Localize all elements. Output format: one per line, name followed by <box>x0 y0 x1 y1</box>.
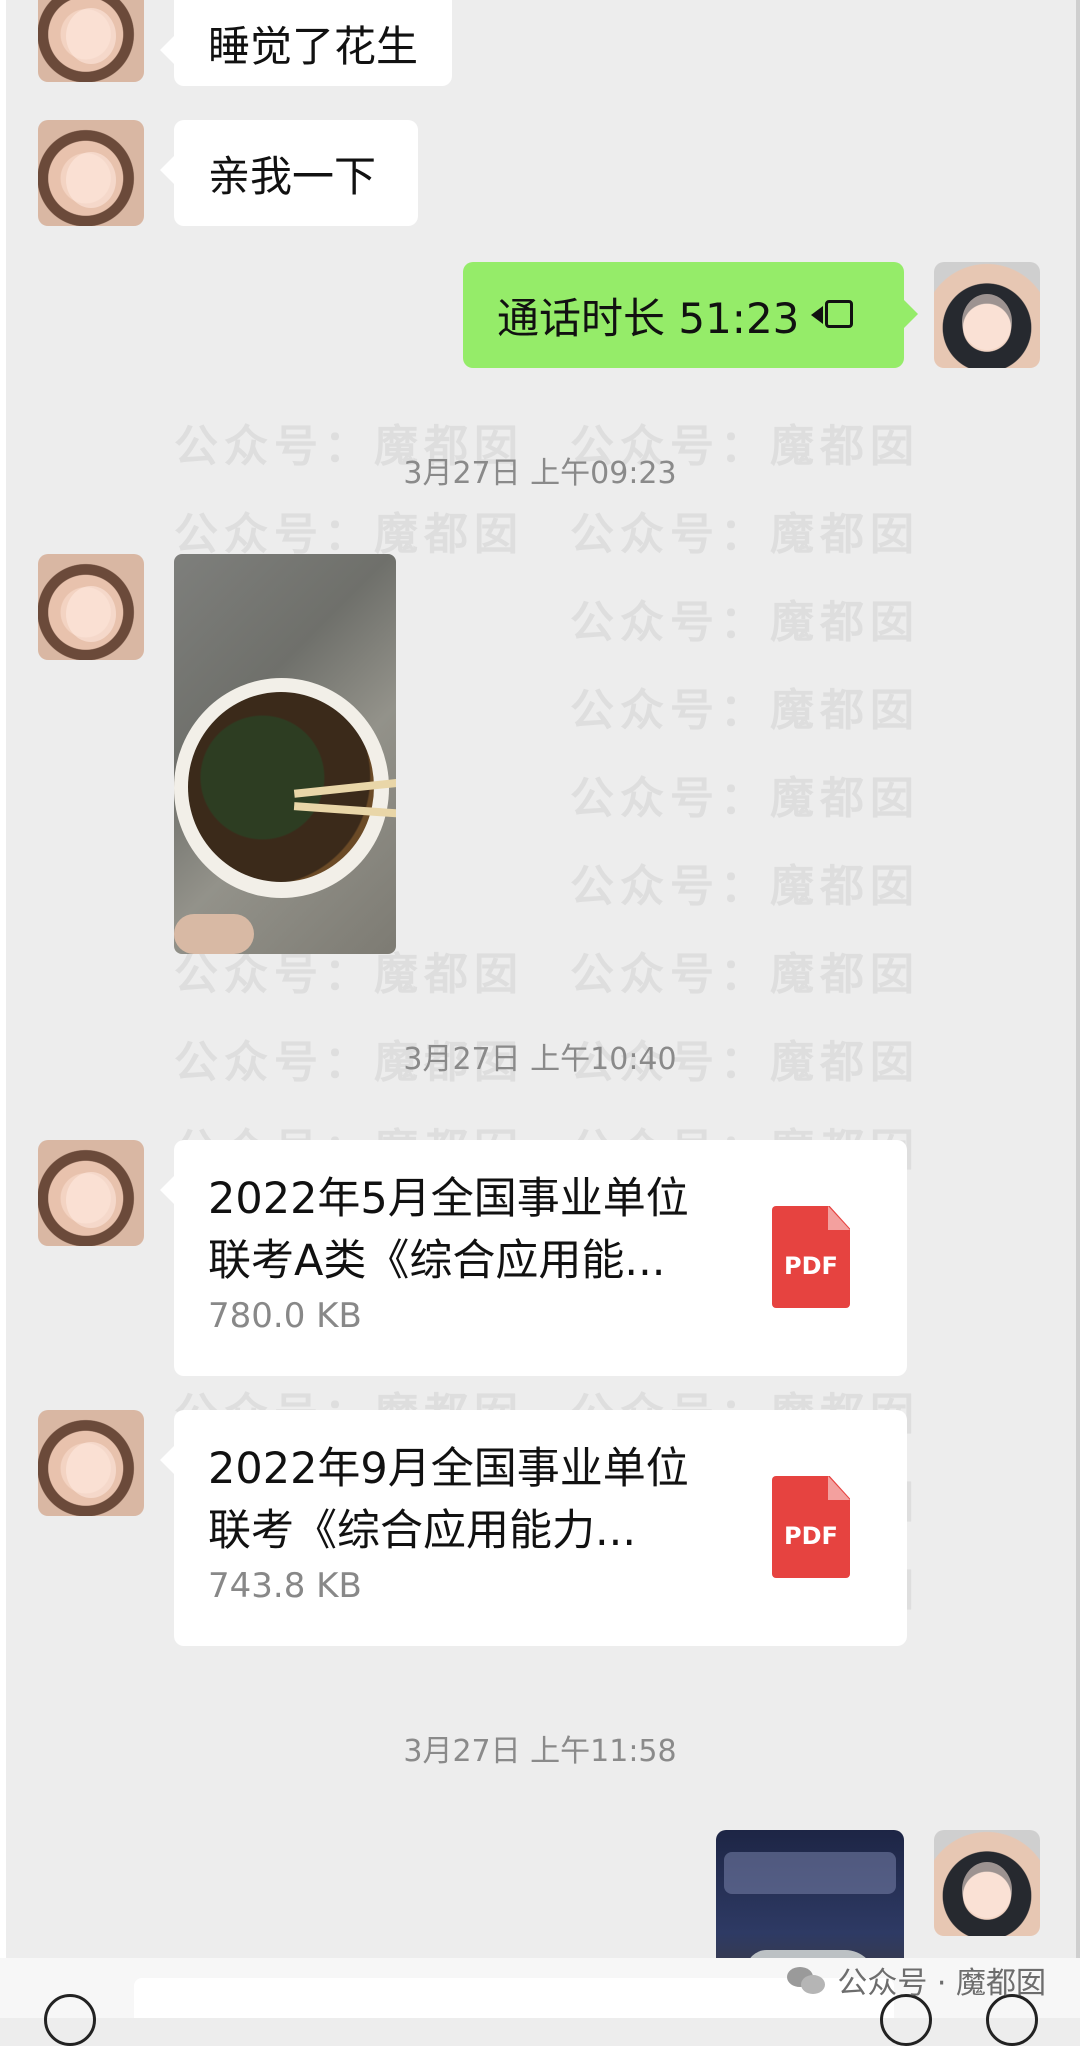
video-call-icon <box>811 300 854 330</box>
message-bubble[interactable]: 亲我一下 <box>160 120 418 226</box>
watermark-text: 公众号：魔都囡 <box>570 685 920 736</box>
brand-text: 公众号 · 魔都囡 <box>837 1966 1046 2001</box>
contact-avatar[interactable] <box>38 1140 144 1246</box>
watermark-text: 公众号：魔都囡 <box>570 597 920 648</box>
screen-edge-right <box>1076 0 1080 2018</box>
screen-edge-left <box>0 0 6 2018</box>
watermark-text: 公众号：魔都囡 <box>174 509 524 560</box>
brand-watermark: 公众号 · 魔都囡 <box>787 1958 1046 2002</box>
pdf-file-icon: PDF <box>772 1476 850 1578</box>
contact-avatar[interactable] <box>38 1410 144 1516</box>
watermark-text: 公众号：魔都囡 <box>570 773 920 824</box>
file-message-card[interactable]: 2022年9月全国事业单位 联考《综合应用能力... 743.8 KB PDF <box>160 1410 907 1646</box>
wechat-icon <box>787 1965 827 1995</box>
watermark-text: 公众号：魔都囡 <box>570 509 920 560</box>
contact-avatar[interactable] <box>38 554 144 660</box>
voice-toggle-button[interactable] <box>44 1994 96 2046</box>
call-duration-bubble[interactable]: 通话时长 51:23 <box>463 262 918 368</box>
message-timestamp: 3月27日 上午10:40 <box>403 1042 677 1077</box>
pdf-file-icon: PDF <box>772 1206 850 1308</box>
call-duration-text: 通话时长 51:23 <box>497 293 800 343</box>
contact-avatar[interactable] <box>38 0 144 82</box>
watermark-text: 公众号：魔都囡 <box>570 861 920 912</box>
file-name: 2022年9月全国事业单位 联考《综合应用能力... <box>208 1444 689 1556</box>
file-message-card[interactable]: 2022年5月全国事业单位 联考A类《综合应用能... 780.0 KB PDF <box>160 1140 907 1376</box>
message-input[interactable] <box>134 1978 894 2018</box>
self-avatar[interactable] <box>934 262 1040 368</box>
watermark-text: 公众号：魔都囡 <box>570 949 920 1000</box>
file-name: 2022年5月全国事业单位 联考A类《综合应用能... <box>208 1174 689 1286</box>
message-text: 睡觉了花生 <box>208 21 419 71</box>
message-text: 亲我一下 <box>208 151 377 201</box>
contact-avatar[interactable] <box>38 120 144 226</box>
message-bubble[interactable]: 睡觉了花生 <box>159 0 453 86</box>
self-avatar[interactable] <box>934 1830 1040 1936</box>
message-timestamp: 3月27日 上午09:23 <box>403 456 677 491</box>
photo-message[interactable] <box>174 554 396 954</box>
chat-screen: 公众号：魔都囡 公众号：魔都囡 公众号：魔都囡 公众号：魔都囡 公众号：魔都囡 … <box>0 0 1080 2046</box>
message-timestamp: 3月27日 上午11:58 <box>403 1734 677 1769</box>
